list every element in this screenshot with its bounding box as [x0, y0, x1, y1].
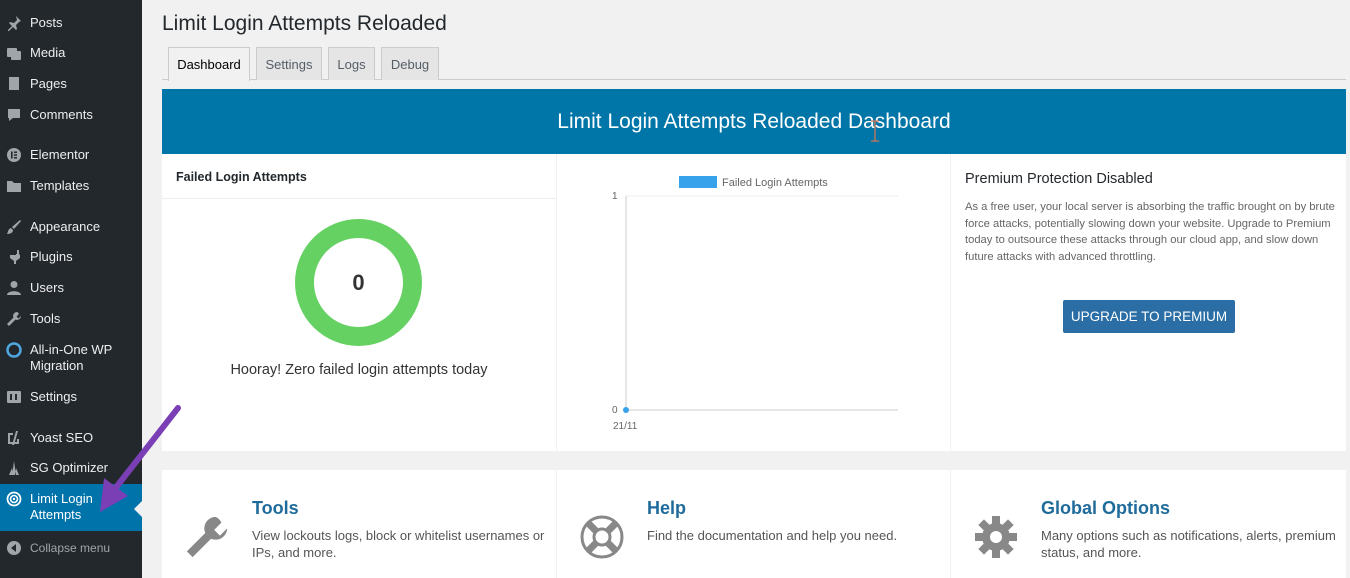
sidebar-item-label: Posts	[30, 15, 63, 30]
legend-swatch	[679, 176, 717, 188]
gear-icon	[975, 516, 1017, 558]
media-icon	[6, 45, 22, 61]
lifebuoy-icon	[580, 515, 624, 559]
user-icon	[6, 280, 22, 296]
y-tick-label-bottom: 0	[612, 405, 618, 416]
collapse-menu-label: Collapse menu	[30, 541, 111, 555]
sidebar-item-label: All-in-One WP Migration	[30, 342, 113, 373]
card-divider	[162, 198, 556, 199]
elementor-icon	[6, 147, 22, 163]
sidebar-item-label: Elementor	[30, 147, 90, 162]
sidebar-item-label: Settings	[30, 389, 77, 404]
sidebar-item-users[interactable]: Users	[0, 280, 142, 296]
sidebar-item-sg-optimizer[interactable]: SG Optimizer	[0, 460, 142, 476]
sidebar-item-label: Yoast SEO	[30, 430, 94, 445]
migration-icon	[6, 342, 22, 358]
chart-points	[623, 407, 629, 413]
upgrade-to-premium-button[interactable]: UPGRADE TO PREMIUM	[1063, 300, 1235, 333]
sidebar-item-label: Tools	[30, 311, 61, 326]
sidebar-item-appearance[interactable]: Appearance	[0, 219, 142, 235]
sidebar-item-label: SG Optimizer	[30, 460, 109, 475]
chart-card: Failed Login Attempts 1 0 21/11	[557, 154, 950, 451]
tab-dashboard[interactable]: Dashboard	[168, 47, 250, 81]
comments-icon	[6, 107, 22, 123]
sidebar-item-label: Comments	[30, 107, 93, 122]
folder-icon	[6, 178, 22, 194]
brush-icon	[6, 219, 22, 235]
data-point[interactable]	[623, 407, 629, 413]
sidebar-item-templates[interactable]: Templates	[0, 178, 142, 194]
premium-description: As a free user, your local server is abs…	[965, 201, 1335, 263]
sidebar-item-posts[interactable]: Posts	[0, 15, 142, 31]
sidebar-item-label: Users	[30, 280, 64, 295]
sidebar-item-label: Appearance	[30, 219, 101, 234]
sidebar-item-elementor[interactable]: Elementor	[0, 147, 142, 163]
pin-icon	[6, 15, 22, 31]
wrench-icon	[6, 311, 22, 327]
sidebar-item-label: Templates	[30, 178, 90, 193]
tab-logs[interactable]: Logs	[328, 47, 375, 80]
wrench-icon	[186, 516, 228, 558]
sidebar-item-label: Plugins	[30, 249, 73, 264]
help-card[interactable]: Help Find the documentation and help you…	[557, 470, 950, 578]
banner-title: Limit Login Attempts Reloaded Dashboard	[557, 109, 951, 133]
sidebar-item-label: Pages	[30, 76, 67, 91]
page-title: Limit Login Attempts Reloaded	[162, 12, 447, 35]
failed-attempts-card: Failed Login Attempts 0 Hooray! Zero fai…	[162, 154, 556, 451]
failed-count: 0	[352, 269, 365, 295]
legend-label: Failed Login Attempts	[722, 177, 828, 189]
global-options-title[interactable]: Global Options	[1041, 498, 1170, 519]
x-tick-label: 21/11	[613, 421, 638, 432]
sidebar-item-media[interactable]: Media	[0, 45, 142, 61]
sidebar-item-settings[interactable]: Settings	[0, 389, 142, 405]
admin-sidebar: Posts Media Pages Comments Elementor Tem…	[0, 0, 142, 578]
plug-icon	[6, 249, 22, 265]
sidebar-item-pages[interactable]: Pages	[0, 76, 142, 92]
global-options-card[interactable]: Global Options Many options such as noti…	[951, 470, 1346, 578]
sidebar-item-plugins[interactable]: Plugins	[0, 249, 142, 265]
hooray-message: Hooray! Zero failed login attempts today	[230, 362, 488, 378]
tab-bar: Dashboard Settings Logs Debug	[162, 47, 1346, 81]
sidebar-item-label: Limit Login Attempts	[30, 491, 93, 522]
active-indicator	[134, 501, 142, 517]
settings-icon	[6, 389, 22, 405]
yoast-icon	[6, 430, 22, 446]
dashboard-banner: Limit Login Attempts Reloaded Dashboard	[162, 89, 1346, 154]
failed-attempts-chart: Failed Login Attempts 1 0 21/11	[612, 176, 898, 432]
sidebar-item-comments[interactable]: Comments	[0, 107, 142, 123]
global-options-description: Many options such as notifications, aler…	[1041, 528, 1336, 560]
sidebar-item-limit-login-attempts[interactable]: Limit Login Attempts	[0, 484, 142, 531]
sidebar-item-yoast-seo[interactable]: Yoast SEO	[0, 430, 142, 446]
sg-icon	[6, 460, 22, 476]
help-description: Find the documentation and help you need…	[647, 528, 898, 543]
collapse-icon	[6, 540, 22, 556]
tools-title[interactable]: Tools	[252, 498, 299, 519]
premium-card: Premium Protection Disabled As a free us…	[951, 154, 1346, 451]
llar-icon	[6, 491, 22, 507]
tab-settings[interactable]: Settings	[256, 47, 322, 80]
sidebar-item-tools[interactable]: Tools	[0, 311, 142, 327]
sidebar-item-all-in-one-wp-migration[interactable]: All-in-One WP Migration	[0, 342, 142, 374]
tools-description: View lockouts logs, block or whitelist u…	[252, 528, 545, 560]
help-title[interactable]: Help	[647, 498, 686, 519]
failed-attempts-heading: Failed Login Attempts	[176, 170, 307, 184]
tools-card[interactable]: Tools View lockouts logs, block or white…	[162, 470, 556, 578]
y-tick-label-top: 1	[612, 191, 618, 202]
text-cursor-icon	[871, 120, 879, 142]
collapse-menu-button[interactable]: Collapse menu	[0, 540, 142, 556]
tab-debug[interactable]: Debug	[381, 47, 439, 80]
sidebar-item-label: Media	[30, 45, 66, 60]
pages-icon	[6, 76, 22, 92]
failed-attempts-donut: 0	[295, 219, 422, 346]
premium-title: Premium Protection Disabled	[965, 171, 1153, 187]
